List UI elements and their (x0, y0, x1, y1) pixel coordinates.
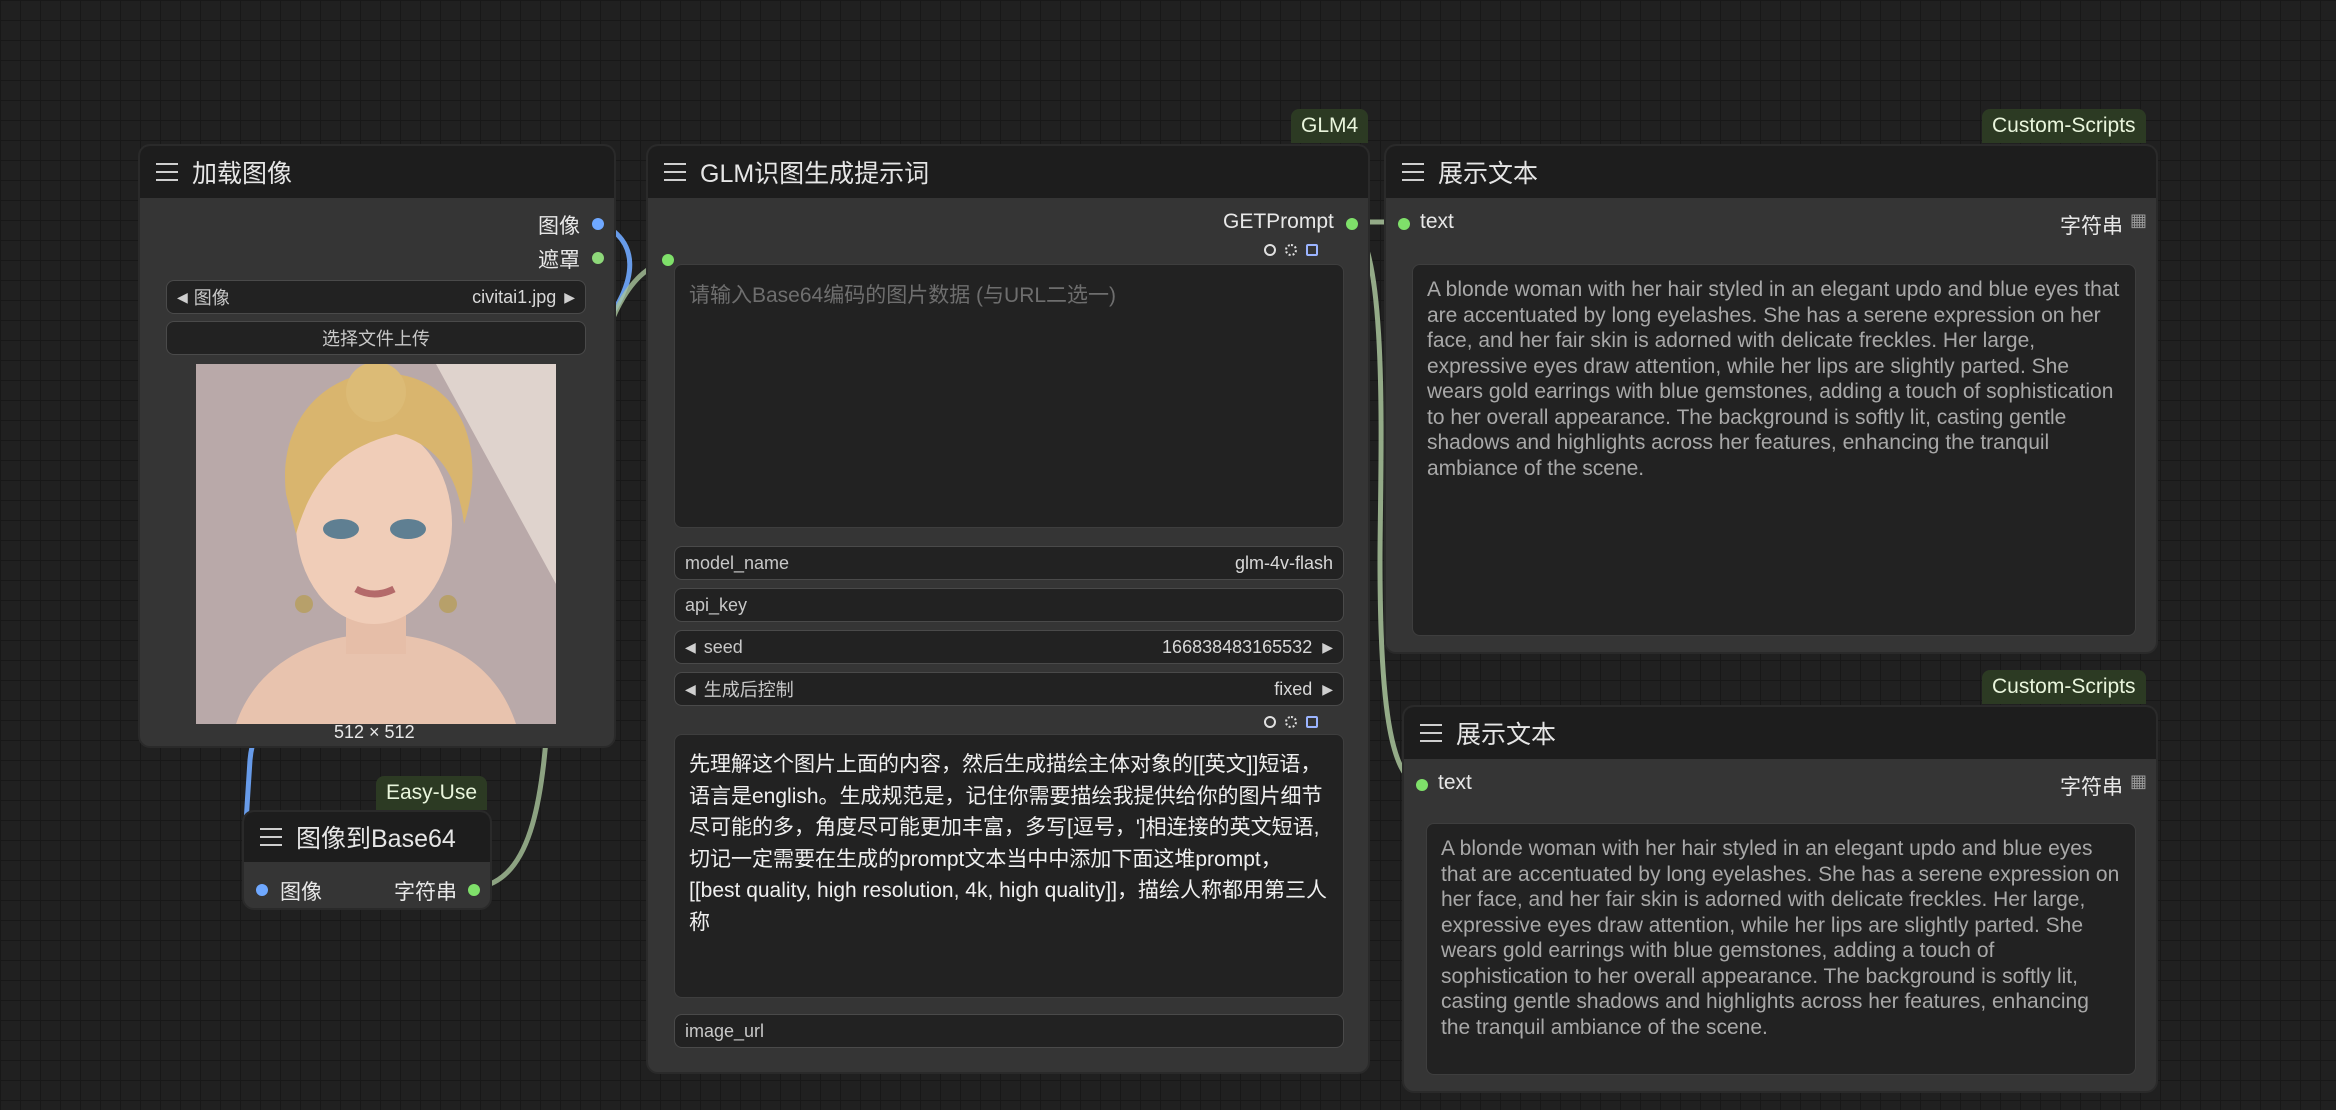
badge-custom-scripts: Custom-Scripts (1982, 670, 2146, 704)
widget-label: 生成后控制 (703, 680, 794, 700)
seed-widget[interactable]: ◀ seed 166838483165532 ▶ (674, 630, 1344, 664)
prompt-text: 先理解这个图片上面的内容，然后生成描绘主体对象的[[英文]]短语，语言是engl… (689, 753, 1328, 934)
upload-button[interactable]: 选择文件上传 (166, 321, 586, 355)
node-title-bar[interactable]: GLM识图生成提示词 (648, 146, 1368, 198)
show-text-node[interactable]: 展示文本 text 字符串 ▦ A blonde woman with her … (1384, 144, 2158, 654)
widget-value: fixed (1274, 678, 1313, 699)
output-string-label: 字符串 (2060, 776, 2123, 799)
output-getprompt-slot[interactable] (1346, 218, 1358, 230)
node-title: 图像到Base64 (296, 825, 456, 853)
portrait-illustration (196, 364, 556, 724)
menu-icon[interactable] (1420, 724, 1442, 742)
output-mask-label: 遮罩 (538, 249, 580, 272)
display-text: A blonde woman with her hair styled in a… (1441, 837, 2120, 1039)
output-getprompt-label: GETPrompt (1223, 210, 1334, 233)
input-base64-slot[interactable] (662, 254, 674, 266)
arrow-right-icon[interactable]: ▶ (1322, 639, 1333, 656)
output-image-label: 图像 (538, 215, 580, 238)
widget-icons (1264, 716, 1318, 728)
circle-icon[interactable] (1264, 244, 1276, 256)
input-text-slot[interactable] (1398, 218, 1410, 230)
widget-value: glm-4v-flash (1234, 552, 1333, 573)
menu-icon[interactable] (260, 828, 282, 846)
widget-label: 图像 (193, 288, 230, 308)
node-title-bar[interactable]: 展示文本 (1386, 146, 2156, 198)
load-image-node[interactable]: 加载图像 图像 遮罩 ◀ 图像 civitai1.jpg ▶ 选择文件上传 51… (138, 144, 616, 748)
image-url-widget[interactable]: image_url (674, 1014, 1344, 1048)
circle-icon[interactable] (1264, 716, 1276, 728)
node-title-bar[interactable]: 展示文本 (1404, 707, 2156, 759)
widget-icons (1264, 244, 1318, 256)
api-key-widget[interactable]: api_key (674, 588, 1344, 622)
widget-value: 166838483165532 (1162, 636, 1313, 657)
text-display[interactable]: A blonde woman with her hair styled in a… (1412, 264, 2136, 636)
show-text-node[interactable]: 展示文本 text 字符串 ▦ A blonde woman with her … (1402, 705, 2158, 1093)
node-title: 加载图像 (192, 160, 293, 188)
grid-icon[interactable]: ▦ (2130, 210, 2147, 231)
gear-icon[interactable] (1285, 244, 1297, 256)
image-size-text: 512 × 512 (334, 722, 415, 742)
control-after-generate-widget[interactable]: ◀ 生成后控制 fixed ▶ (674, 672, 1344, 706)
input-text-label: text (1420, 210, 1454, 233)
image-to-base64-node[interactable]: 图像到Base64 图像 字符串 (242, 810, 492, 910)
model-name-widget[interactable]: model_name glm-4v-flash (674, 546, 1344, 580)
arrow-right-icon[interactable]: ▶ (1322, 681, 1333, 698)
widget-label: model_name (685, 552, 790, 573)
node-title-bar[interactable]: 图像到Base64 (244, 812, 490, 862)
image-select-widget[interactable]: ◀ 图像 civitai1.jpg ▶ (166, 280, 586, 314)
node-title: 展示文本 (1456, 721, 1557, 749)
node-title: GLM识图生成提示词 (700, 160, 930, 188)
base64-input[interactable]: 请输入Base64编码的图片数据 (与URL二选一) (674, 264, 1344, 528)
node-title: 展示文本 (1438, 160, 1539, 188)
image-preview (196, 364, 556, 724)
widget-label: api_key (685, 594, 748, 615)
prompt-textarea[interactable]: 先理解这个图片上面的内容，然后生成描绘主体对象的[[英文]]短语，语言是engl… (674, 734, 1344, 998)
arrow-left-icon[interactable]: ◀ (685, 681, 696, 698)
arrow-right-icon[interactable]: ▶ (564, 289, 575, 306)
base64-placeholder: 请输入Base64编码的图片数据 (与URL二选一) (689, 284, 1117, 307)
upload-button-label: 选择文件上传 (322, 329, 430, 349)
input-image-slot[interactable] (256, 884, 268, 896)
widget-label: seed (703, 636, 743, 657)
input-text-slot[interactable] (1416, 779, 1428, 791)
input-text-label: text (1438, 771, 1472, 794)
output-mask-slot[interactable] (592, 252, 604, 264)
text-display[interactable]: A blonde woman with her hair styled in a… (1426, 823, 2136, 1075)
output-string-label: 字符串 (394, 881, 457, 904)
node-title-bar[interactable]: 加载图像 (140, 146, 614, 198)
widget-value: civitai1.jpg (472, 286, 557, 307)
grid-icon[interactable]: ▦ (2130, 771, 2147, 792)
display-text: A blonde woman with her hair styled in a… (1427, 278, 2120, 480)
glm-prompt-node[interactable]: GLM识图生成提示词 GETPrompt 请输入Base64编码的图片数据 (与… (646, 144, 1370, 1074)
widget-label: image_url (685, 1020, 765, 1041)
badge-custom-scripts: Custom-Scripts (1982, 109, 2146, 143)
speaker-icon[interactable] (1306, 244, 1318, 256)
badge-glm4: GLM4 (1291, 109, 1369, 143)
gear-icon[interactable] (1285, 716, 1297, 728)
output-string-label: 字符串 (2060, 215, 2123, 238)
badge-easy-use: Easy-Use (376, 776, 488, 810)
output-string-slot[interactable] (468, 884, 480, 896)
menu-icon[interactable] (664, 163, 686, 181)
arrow-left-icon[interactable]: ◀ (685, 639, 696, 656)
menu-icon[interactable] (1402, 163, 1424, 181)
input-image-label: 图像 (280, 881, 322, 904)
speaker-icon[interactable] (1306, 716, 1318, 728)
menu-icon[interactable] (156, 163, 178, 181)
arrow-left-icon[interactable]: ◀ (177, 289, 188, 306)
output-image-slot[interactable] (592, 218, 604, 230)
